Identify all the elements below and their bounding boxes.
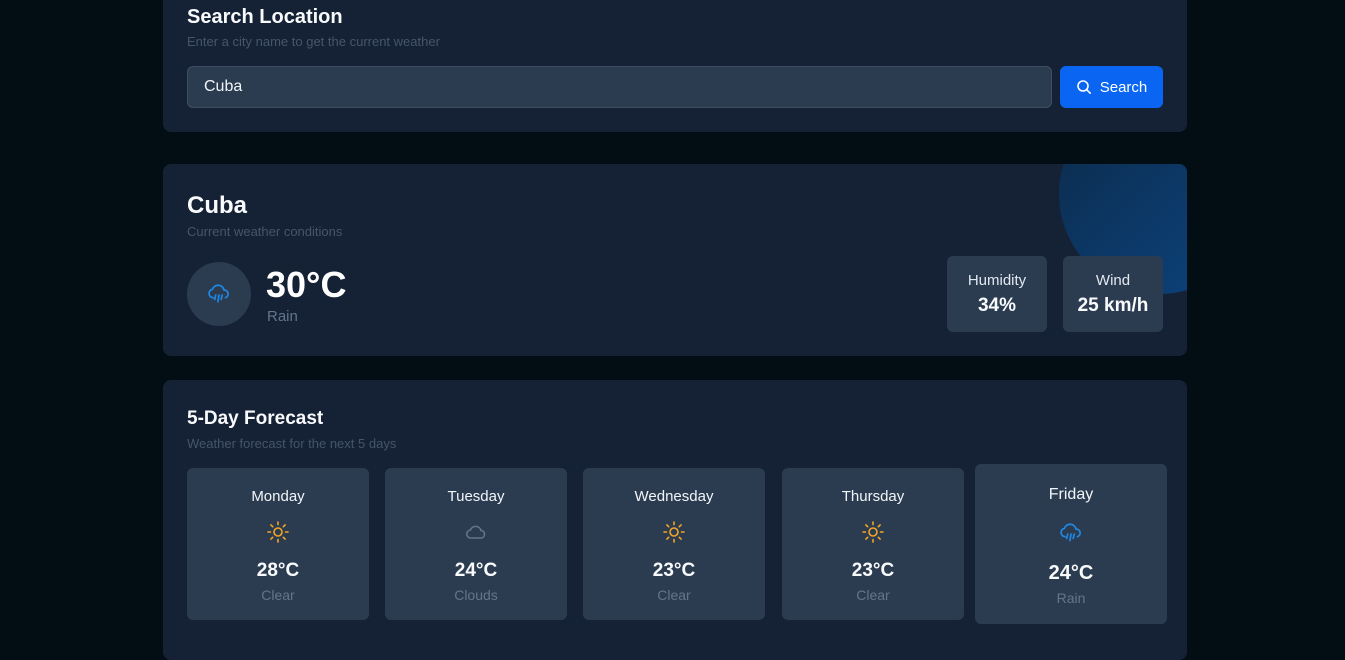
current-temperature: 30°C	[266, 264, 347, 305]
forecast-day-temp: 24°C	[1048, 562, 1094, 584]
search-title: Search Location	[187, 6, 343, 28]
forecast-day-condition: Clear	[856, 587, 890, 603]
forecast-day-name: Tuesday	[447, 488, 505, 505]
rain-cloud-icon	[206, 281, 232, 307]
forecast-day-name: Monday	[251, 488, 305, 505]
rain-cloud-icon	[1058, 520, 1084, 544]
forecast-day-temp: 23°C	[652, 560, 696, 581]
forecast-day-condition: Clear	[261, 587, 295, 603]
forecast-day-card: Tuesday 24°C Clouds	[385, 468, 567, 620]
wind-value: 25 km/h	[1077, 295, 1149, 316]
forecast-day-condition: Clouds	[454, 587, 498, 603]
wind-label: Wind	[1095, 272, 1131, 289]
search-button[interactable]: Search	[1060, 66, 1163, 108]
forecast-day-temp: 23°C	[851, 560, 895, 581]
humidity-value: 34%	[977, 295, 1017, 316]
city-search-input[interactable]	[187, 66, 1052, 108]
forecast-day-card: Monday 28°C Clear	[187, 468, 369, 620]
forecast-day-card: Friday 24°C Rain	[975, 464, 1167, 624]
forecast-day-name: Wednesday	[634, 488, 714, 505]
forecast-card: 5-Day Forecast Weather forecast for the …	[163, 380, 1187, 660]
forecast-title: 5-Day Forecast	[187, 408, 324, 429]
current-subtitle: Current weather conditions	[187, 224, 343, 239]
forecast-day-condition: Clear	[657, 587, 691, 603]
forecast-day-name: Thursday	[841, 488, 905, 505]
location-name: Cuba	[187, 192, 247, 219]
forecast-day-card: Wednesday 23°C Clear	[583, 468, 765, 620]
humidity-label: Humidity	[967, 272, 1027, 289]
wind-box: Wind 25 km/h	[1063, 256, 1163, 332]
forecast-day-name: Friday	[1048, 486, 1094, 503]
sun-icon	[662, 520, 686, 544]
forecast-subtitle: Weather forecast for the next 5 days	[187, 436, 397, 451]
search-button-label: Search	[1099, 78, 1148, 96]
search-card: Search Location Enter a city name to get…	[163, 0, 1187, 132]
forecast-day-temp: 28°C	[256, 560, 300, 581]
forecast-day-condition: Rain	[1056, 590, 1086, 606]
current-condition: Rain	[267, 308, 298, 325]
forecast-day-temp: 24°C	[454, 560, 498, 581]
humidity-box: Humidity 34%	[947, 256, 1047, 332]
sun-icon	[861, 520, 885, 544]
current-weather-card: Cuba Current weather conditions 30°C Rai…	[163, 164, 1187, 356]
search-subtitle: Enter a city name to get the current wea…	[187, 34, 440, 49]
sun-icon	[266, 520, 290, 544]
current-condition-badge	[187, 262, 251, 326]
search-icon	[1076, 79, 1092, 95]
forecast-day-card: Thursday 23°C Clear	[782, 468, 964, 620]
cloud-icon	[464, 520, 488, 544]
